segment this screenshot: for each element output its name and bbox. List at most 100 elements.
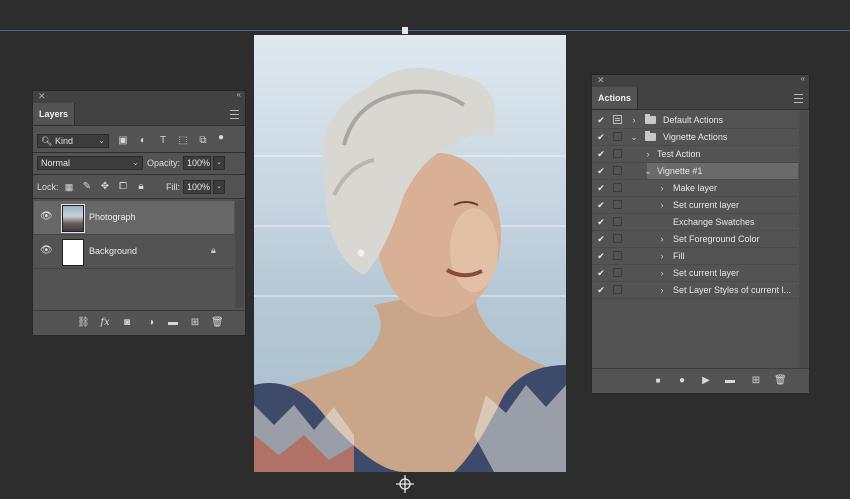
collapse-panel-icon[interactable]: ‹‹ — [801, 74, 805, 83]
dialog-toggle-icon[interactable] — [613, 268, 622, 277]
portrait-illustration — [254, 67, 566, 472]
image-filter-icon[interactable]: ▣ — [117, 135, 129, 147]
dialog-toggle-icon[interactable] — [613, 251, 622, 260]
new-set-folder-icon[interactable]: ▬ — [724, 375, 736, 387]
layers-footer: ⛓ fx ◙ ◑ ▬ ⊞ 🗑︎ — [33, 310, 245, 335]
fill-dropdown[interactable]: ⌄ — [213, 180, 225, 194]
chevron-right-icon[interactable]: › — [658, 282, 666, 298]
visibility-eye-icon[interactable]: 👁︎ — [40, 246, 53, 256]
mask-icon[interactable]: ◙ — [121, 317, 133, 329]
guide-handle[interactable] — [402, 27, 408, 34]
action-step-row[interactable]: ✔ › Set Foreground Color — [592, 231, 798, 248]
checkmark-icon[interactable]: ✔ — [595, 163, 607, 179]
scrollbar[interactable] — [799, 111, 808, 369]
new-action-icon[interactable]: ⊞ — [750, 375, 762, 387]
filter-kind-select[interactable]: 🔍︎ Kind ⌄ — [37, 134, 109, 148]
type-filter-icon[interactable]: T — [157, 135, 169, 147]
group-folder-icon[interactable]: ▬ — [167, 317, 179, 329]
lock-artboard-icon[interactable]: ⧠ — [117, 181, 129, 193]
action-row[interactable]: ✔ › Default Actions — [592, 112, 798, 129]
checkmark-icon[interactable]: ✔ — [595, 129, 607, 145]
panel-menu-icon[interactable] — [794, 94, 803, 103]
tab-layers[interactable]: Layers — [33, 103, 76, 125]
lock-transparent-pixels-icon[interactable]: ▦ — [63, 181, 75, 193]
chevron-right-icon[interactable]: › — [658, 265, 666, 281]
action-row[interactable]: ✔ › Test Action — [592, 146, 798, 163]
tab-actions[interactable]: Actions — [592, 87, 639, 109]
adjustment-filter-icon[interactable]: ◐ — [137, 135, 149, 147]
action-step-row[interactable]: ✔ › Set current layer — [592, 265, 798, 282]
action-step-row[interactable]: ✔ › Set Layer Styles of current l... — [592, 282, 798, 299]
dialog-toggle-icon[interactable] — [613, 166, 622, 175]
layer-row-photograph[interactable]: 👁︎ Photograph — [34, 201, 234, 235]
dialog-toggle-icon[interactable] — [613, 217, 622, 226]
record-icon[interactable]: ● — [676, 375, 688, 387]
transform-pivot-icon[interactable] — [396, 475, 414, 493]
checkmark-icon[interactable]: ✔ — [595, 231, 607, 247]
fill-field[interactable]: 100% — [183, 180, 211, 194]
dialog-toggle-icon[interactable] — [613, 132, 622, 141]
checkmark-icon[interactable]: ✔ — [595, 248, 607, 264]
checkmark-icon[interactable]: ✔ — [595, 282, 607, 298]
action-row[interactable]: ✔ ⌄ Vignette Actions — [592, 129, 798, 146]
chevron-right-icon[interactable]: › — [658, 180, 666, 196]
opacity-field[interactable]: 100% — [183, 156, 211, 170]
chevron-down-icon[interactable]: ⌄ — [630, 129, 638, 145]
visibility-eye-icon[interactable]: 👁︎ — [40, 212, 53, 222]
action-step-row[interactable]: ✔ › Make layer — [592, 180, 798, 197]
chevron-right-icon[interactable]: › — [658, 231, 666, 247]
action-row-selected[interactable]: ✔ ⌄ Vignette #1 — [592, 163, 798, 180]
action-name: Test Action — [657, 149, 701, 159]
chevron-right-icon[interactable]: › — [658, 248, 666, 264]
blend-mode-select[interactable]: Normal ⌄ — [37, 156, 143, 170]
photo-canvas[interactable] — [254, 35, 566, 472]
dialog-toggle-icon[interactable] — [613, 115, 622, 124]
dialog-toggle-icon[interactable] — [613, 200, 622, 209]
dialog-toggle-icon[interactable] — [613, 234, 622, 243]
checkmark-icon[interactable]: ✔ — [595, 146, 607, 162]
play-icon[interactable]: ▶ — [700, 375, 712, 387]
filter-toggle-icon[interactable]: ● — [215, 132, 227, 144]
tab-bar: Layers — [33, 103, 245, 126]
new-layer-icon[interactable]: ⊞ — [189, 317, 201, 329]
checkmark-icon[interactable]: ✔ — [595, 197, 607, 213]
action-step-row[interactable]: ✔ › Set current layer — [592, 197, 798, 214]
checkmark-icon[interactable]: ✔ — [595, 180, 607, 196]
layer-name[interactable]: Photograph — [89, 211, 136, 223]
actions-panel: ✕ ‹‹ Actions ✔ › Default Actions ✔ ⌄ Vig… — [591, 74, 810, 394]
panel-title-strip[interactable]: ✕ ‹‹ — [33, 90, 245, 103]
trash-icon[interactable]: 🗑︎ — [774, 375, 787, 387]
chevron-right-icon[interactable]: › — [630, 112, 638, 128]
search-icon: 🔍︎ — [41, 136, 53, 146]
checkmark-icon[interactable]: ✔ — [595, 112, 607, 128]
dialog-toggle-icon[interactable] — [613, 149, 622, 158]
adjustment-icon[interactable]: ◑ — [145, 317, 157, 329]
shape-filter-icon[interactable]: ⬚ — [177, 135, 189, 147]
panel-menu-icon[interactable] — [230, 110, 239, 119]
opacity-dropdown[interactable]: ⌄ — [213, 156, 225, 170]
dialog-toggle-icon[interactable] — [613, 285, 622, 294]
checkmark-icon[interactable]: ✔ — [595, 214, 607, 230]
checkmark-icon[interactable]: ✔ — [595, 265, 607, 281]
scrollbar[interactable] — [235, 200, 244, 308]
chevron-right-icon[interactable]: › — [644, 146, 652, 162]
layer-row-background[interactable]: 👁︎ Background 🔒︎ — [34, 235, 234, 269]
link-icon[interactable]: ⛓ — [77, 317, 90, 329]
dialog-toggle-icon[interactable] — [613, 183, 622, 192]
chevron-down-icon[interactable]: ⌄ — [644, 163, 652, 179]
action-step-row[interactable]: ✔ › Fill — [592, 248, 798, 265]
close-icon[interactable]: ✕ — [38, 91, 46, 102]
close-icon[interactable]: ✕ — [597, 75, 605, 86]
smart-object-filter-icon[interactable]: ⧉ — [197, 135, 209, 147]
action-step-row[interactable]: ✔ Exchange Swatches — [592, 214, 798, 231]
lock-all-icon[interactable]: 🔒︎ — [135, 181, 147, 193]
lock-image-pixels-icon[interactable]: ✎ — [81, 181, 93, 193]
chevron-right-icon[interactable]: › — [658, 197, 666, 213]
trash-icon[interactable]: 🗑︎ — [211, 317, 224, 329]
stop-icon[interactable]: ■ — [652, 375, 664, 387]
fx-icon[interactable]: fx — [99, 317, 111, 329]
lock-position-icon[interactable]: ✥ — [99, 181, 111, 193]
collapse-panel-icon[interactable]: ‹‹ — [237, 90, 241, 99]
panel-title-strip[interactable]: ✕ ‹‹ — [592, 74, 809, 87]
layer-name[interactable]: Background — [89, 245, 137, 257]
